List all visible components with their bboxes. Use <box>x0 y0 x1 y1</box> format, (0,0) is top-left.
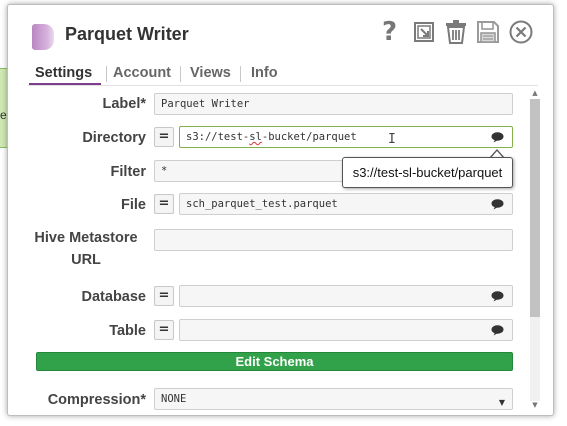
compression-select-value: NONE <box>161 393 187 405</box>
file-input-value: sch_parquet_test.parquet <box>186 198 338 210</box>
filter-input-value: * <box>161 165 168 177</box>
label-input-value: Parquet Writer <box>161 98 250 110</box>
label-input[interactable]: Parquet Writer <box>154 93 513 115</box>
field-label: Hive Metastore URL <box>34 230 138 268</box>
expression-toggle-button[interactable]: = <box>154 127 174 147</box>
tab-settings[interactable]: Settings <box>35 63 92 85</box>
suggest-bubble-icon[interactable] <box>491 132 504 143</box>
field-label: Table <box>109 323 146 339</box>
save-icon[interactable] <box>477 21 499 43</box>
form-scrollbar[interactable]: ▲ ▼ <box>528 87 542 413</box>
close-icon[interactable] <box>509 20 533 44</box>
directory-input[interactable]: s3://test-sl-bucket/parquet <box>179 126 513 148</box>
expression-toggle-button[interactable]: = <box>154 286 174 306</box>
field-label: Directory <box>82 130 146 146</box>
file-input[interactable]: sch_parquet_test.parquet <box>179 193 513 215</box>
database-input[interactable] <box>179 285 513 307</box>
suggest-bubble-icon[interactable] <box>491 325 504 336</box>
suggest-bubble-icon[interactable] <box>491 199 504 210</box>
expression-toggle-button[interactable]: = <box>154 320 174 340</box>
scroll-down-arrow-icon[interactable]: ▼ <box>530 401 540 409</box>
field-label: Compression* <box>47 392 146 408</box>
tab-separator <box>240 66 241 82</box>
export-icon[interactable] <box>413 21 435 43</box>
directory-input-value: s3://test-sl-bucket/parquet <box>186 131 357 143</box>
field-label: Filter <box>110 164 146 180</box>
edit-schema-button[interactable]: Edit Schema <box>36 352 513 371</box>
trash-icon[interactable] <box>445 20 467 44</box>
directory-tooltip: s3://test-sl-bucket/parquet <box>342 157 513 188</box>
dropdown-arrow-icon: ▼ <box>498 398 505 407</box>
settings-form: Label* Parquet Writer Directory = s3://t… <box>8 85 528 415</box>
scroll-thumb[interactable] <box>530 99 540 317</box>
tab-bar: Settings Account Views Info <box>28 63 528 87</box>
snap-settings-dialog: Parquet Writer ? Settings Account Views … <box>7 4 554 416</box>
hive-metastore-url-input[interactable] <box>154 229 513 251</box>
parquet-writer-snap-icon <box>32 24 54 50</box>
text-cursor-icon: I <box>388 132 396 147</box>
expression-toggle-button[interactable]: = <box>154 194 174 214</box>
suggest-bubble-icon[interactable] <box>491 291 504 302</box>
scroll-up-arrow-icon[interactable]: ▲ <box>530 89 540 97</box>
dialog-header: Parquet Writer ? <box>8 5 553 63</box>
tab-separator <box>180 66 181 82</box>
dialog-title: Parquet Writer <box>65 24 189 44</box>
compression-select[interactable]: NONE ▼ <box>154 388 513 410</box>
field-label: Database <box>81 289 146 305</box>
help-icon[interactable]: ? <box>382 17 397 47</box>
tab-separator <box>106 66 107 82</box>
table-input[interactable] <box>179 319 513 341</box>
tab-account[interactable]: Account <box>113 63 171 85</box>
tab-views[interactable]: Views <box>190 63 231 85</box>
tab-info[interactable]: Info <box>251 63 278 85</box>
field-label: File <box>121 197 146 213</box>
field-label: Label* <box>102 96 146 112</box>
